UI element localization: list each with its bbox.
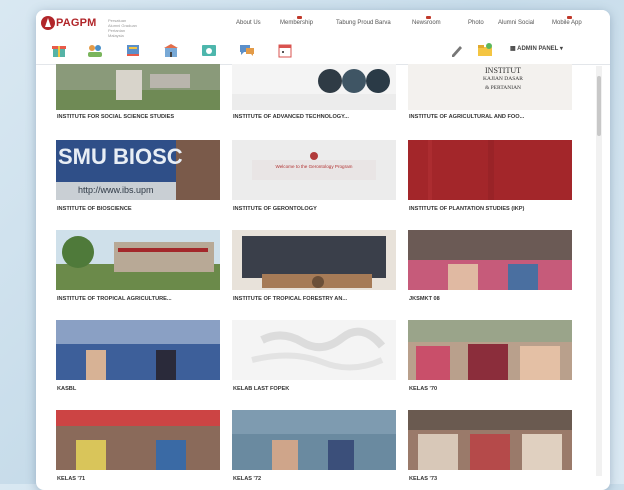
book-icon[interactable]: [124, 42, 142, 58]
building-icon[interactable]: [162, 42, 180, 58]
gallery-caption: KASBL: [57, 386, 77, 392]
thumb-logo-text: KAJIAN DASAR: [483, 76, 523, 82]
gallery-caption: INSTITUTE OF PLANTATION STUDIES (IKP): [409, 206, 525, 212]
gallery-caption: KELAB LAST FOPEK: [233, 386, 290, 392]
gallery-grid: INSTITUTE FOR SOCIAL SCIENCE STUDIES INS…: [56, 64, 576, 484]
nav-newsroom[interactable]: Newsroom: [412, 16, 441, 26]
browser-frame: PAGPM Persatuan Alumni Graduan Pertanian…: [36, 10, 610, 490]
chat-icon[interactable]: [238, 42, 256, 58]
nav-alumni-social[interactable]: Alumni Social: [498, 20, 534, 26]
gallery-caption: KELAS '73: [409, 476, 438, 482]
scrollbar[interactable]: [596, 66, 602, 476]
gallery-thumbnail: [56, 230, 220, 290]
gallery-thumbnail: [408, 230, 572, 290]
people-icon[interactable]: [86, 42, 104, 58]
edit-icon[interactable]: [448, 42, 466, 58]
top-navigation-bar: PAGPM Persatuan Alumni Graduan Pertanian…: [36, 10, 610, 39]
scrollbar-thumb[interactable]: [597, 76, 601, 136]
thumb-sign-text: SMU BIOSC: [58, 144, 183, 169]
gallery-caption: INSTITUTE OF GERONTOLOGY: [233, 206, 317, 212]
admin-panel-menu[interactable]: ▦ ADMIN PANEL ▾: [510, 45, 563, 52]
gallery-caption: INSTITUTE OF TROPICAL AGRICULTURE...: [57, 296, 172, 302]
gallery-caption: INSTITUTE OF BIOSCIENCE: [57, 206, 132, 212]
folder-icon[interactable]: [476, 42, 494, 58]
gallery-thumbnail: [232, 140, 396, 200]
gallery-caption: KELAS '70: [409, 386, 438, 392]
thumb-logo-text: INSTITUT: [485, 66, 521, 75]
thumb-banner-text: Welcome to the Gerontology Program: [275, 164, 353, 169]
gallery-thumbnail: [408, 410, 572, 470]
gallery-thumbnail: [56, 410, 220, 470]
thumb-logo-text: & PERTANIAN: [484, 85, 522, 91]
thumb-sign-url: http://www.ibs.upm: [78, 185, 154, 195]
gallery-caption: KELAS '71: [57, 476, 86, 482]
nav-mobile-app[interactable]: Mobile App: [552, 16, 582, 26]
gallery-thumbnail: [408, 320, 572, 380]
gallery-thumbnail: [56, 320, 220, 380]
logo-icon: [41, 16, 55, 30]
chevron-down-icon: ▾: [558, 46, 563, 52]
nav-about-us[interactable]: About Us: [236, 20, 261, 26]
site-logo-subtitle: Persatuan Alumni Graduan Pertanian Malay…: [108, 18, 137, 38]
gallery-caption: INSTITUTE OF ADVANCED TECHNOLOGY...: [233, 114, 349, 120]
photo-icon[interactable]: [200, 42, 218, 58]
nav-membership[interactable]: Membership: [280, 16, 313, 26]
gift-icon[interactable]: [50, 42, 68, 58]
site-logo[interactable]: PAGPM: [56, 17, 97, 29]
gallery-caption: INSTITUTE OF TROPICAL FORESTRY AN...: [233, 296, 348, 302]
nav-photo[interactable]: Photo: [468, 20, 484, 26]
nav-tabung[interactable]: Tabung Proud Barva: [336, 20, 391, 26]
gallery-thumbnail: [232, 230, 396, 290]
calendar-icon[interactable]: [276, 42, 294, 58]
gallery-thumbnail: [408, 140, 572, 200]
gallery-caption: INSTITUTE FOR SOCIAL SCIENCE STUDIES: [57, 114, 175, 120]
gallery-caption: JKSMKT 08: [409, 296, 440, 302]
gallery-caption: INSTITUTE OF AGRICULTURAL AND FOO...: [409, 114, 525, 120]
gallery-caption: KELAS '72: [233, 476, 262, 482]
gallery-thumbnail: [232, 410, 396, 470]
gallery-thumbnail: [232, 64, 396, 110]
gallery-thumbnail: [56, 64, 220, 110]
gallery-thumbnail: [232, 320, 396, 380]
